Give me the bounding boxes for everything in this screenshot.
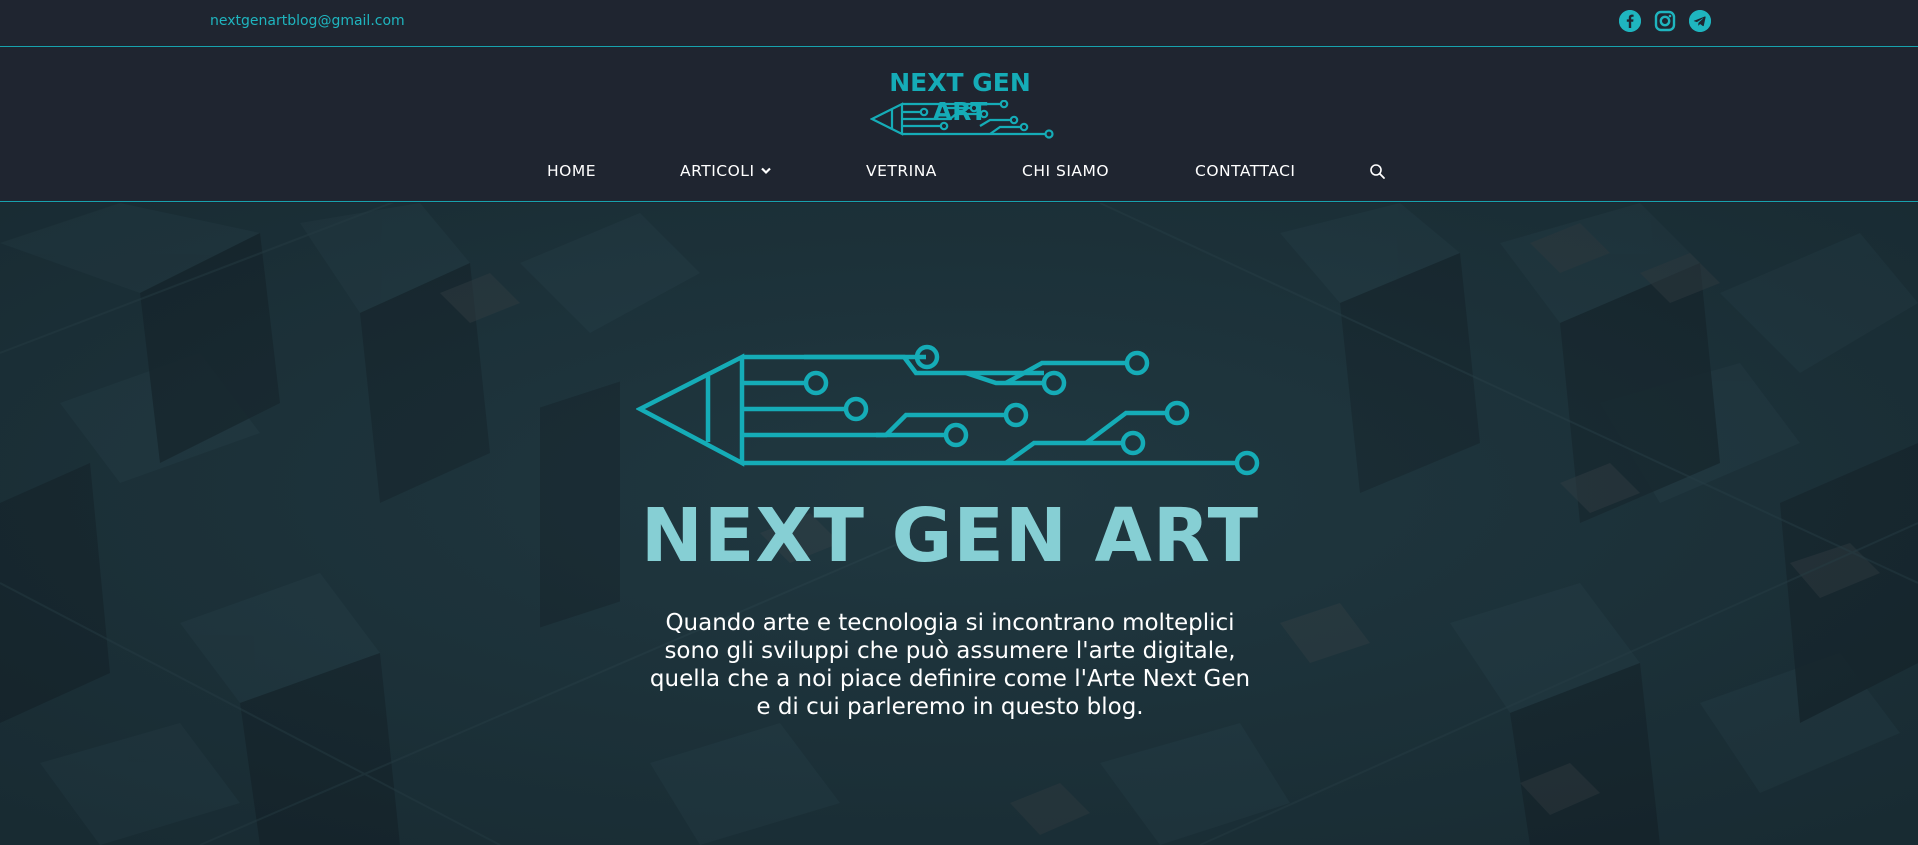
search-icon[interactable] [1369,163,1386,184]
top-bar: nextgenartblog@gmail.com [0,0,1918,47]
hero-section: NEXT GEN ART Quando arte e tecnologia si… [0,203,1918,845]
telegram-icon[interactable] [1689,10,1711,32]
hero-description-line: sono gli sviluppi che può assumere l'art… [664,638,1236,664]
nav-vetrina[interactable]: VETRINA [866,162,937,180]
hero-description: Quando arte e tecnologia si incontrano m… [560,609,1340,721]
chevron-down-icon [760,165,771,178]
nav-contattaci[interactable]: CONTATTACI [1195,162,1295,180]
site-header: NEXT GEN ART HOME ARTICOLI VETRINA CHI S… [0,48,1918,202]
contact-email-link[interactable]: nextgenartblog@gmail.com [210,13,405,29]
main-navigation: HOME ARTICOLI VETRINA CHI SIAMO CONTATTA… [0,162,1918,192]
nav-chi-siamo[interactable]: CHI SIAMO [1022,162,1109,180]
facebook-icon[interactable] [1619,10,1641,32]
nav-home[interactable]: HOME [547,162,596,180]
hero-title: NEXT GEN ART [640,493,1260,579]
instagram-icon[interactable] [1654,10,1676,32]
nav-articoli[interactable]: ARTICOLI [680,162,771,180]
nav-articoli-label: ARTICOLI [680,162,755,180]
hero-description-line: quella che a noi piace definire come l'A… [649,666,1251,692]
circuit-pen-hero-icon [636,344,1260,476]
circuit-pen-logo-icon [870,100,1054,139]
hero-description-line: Quando arte e tecnologia si incontrano m… [665,610,1235,636]
hero-description-line: e di cui parleremo in questo blog. [756,694,1144,720]
